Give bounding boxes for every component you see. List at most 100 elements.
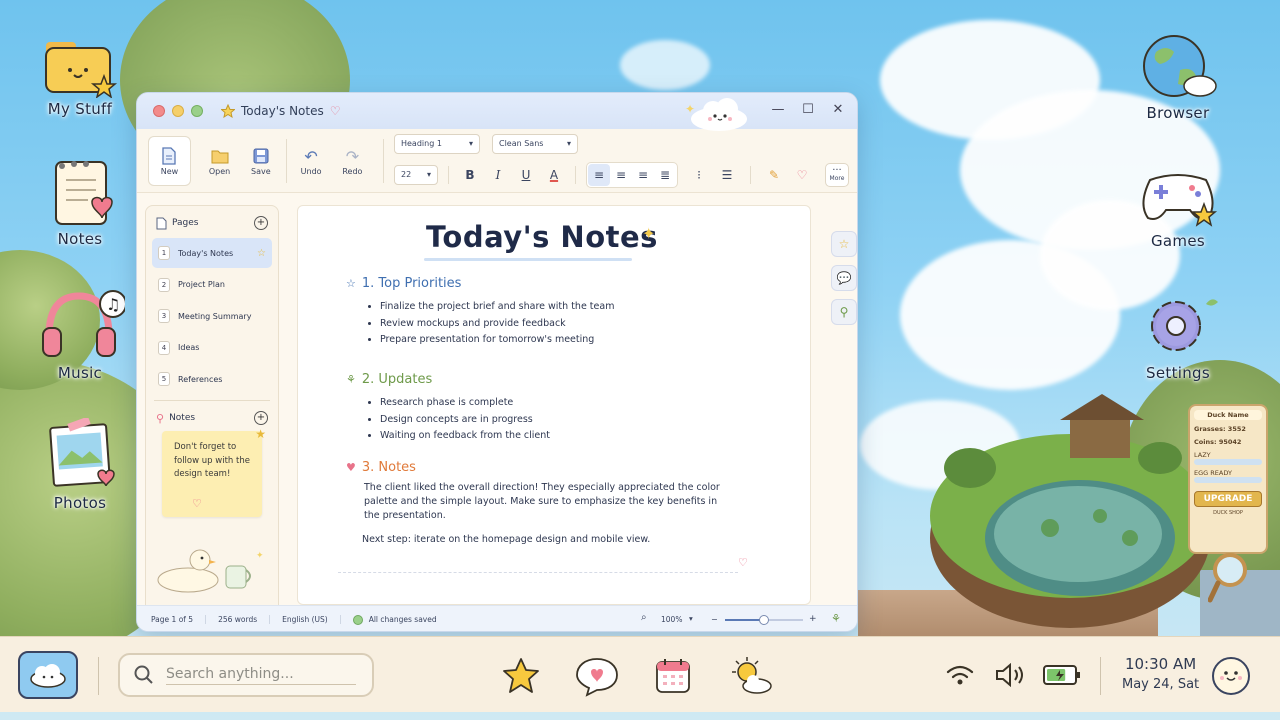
section-top-priorities: ☆ 1. Top Priorities Finalize the project… <box>346 276 614 349</box>
start-button[interactable] <box>18 651 78 699</box>
star-icon: ★ <box>255 427 266 441</box>
desktop-icon-photos[interactable]: Photos <box>30 418 130 512</box>
favorites-app[interactable] <box>498 653 544 699</box>
search-input[interactable] <box>166 665 356 685</box>
bullet-list-icon[interactable]: ⁝ <box>688 164 710 186</box>
maximize-dot[interactable] <box>191 105 203 117</box>
desktop-icon-settings[interactable]: Settings <box>1128 290 1228 382</box>
minimize-button[interactable]: — <box>771 102 785 117</box>
page-number: 5 <box>158 372 170 386</box>
sticky-note[interactable]: Don't forget to follow up with the desig… <box>162 427 266 517</box>
game-stats-panel: Duck Name Grasses: 3552 Coins: 95042 LAZ… <box>1188 404 1268 554</box>
page-item[interactable]: 1 Today's Notes ☆ <box>152 238 272 268</box>
svg-text:♫: ♫ <box>106 295 120 314</box>
style-select[interactable]: Heading 1 ▾ <box>393 133 480 154</box>
wifi-icon[interactable] <box>946 663 974 691</box>
paperclip-icon: ⚲ <box>156 411 165 425</box>
font-select-value: Clean Sans <box>498 139 544 148</box>
desktop-icon-games[interactable]: Games <box>1128 160 1228 250</box>
language-status[interactable]: English (US) <box>270 615 341 624</box>
close-dot[interactable] <box>153 105 165 117</box>
clock-time: 10:30 AM <box>1124 655 1197 673</box>
numbered-list-icon[interactable]: ☰ <box>716 164 738 186</box>
font-select[interactable]: Clean Sans ▾ <box>491 133 578 154</box>
chevron-down-icon: ▾ <box>426 170 431 179</box>
italic-button[interactable]: I <box>487 164 509 186</box>
maximize-button[interactable]: ☐ <box>801 102 815 117</box>
document-title[interactable]: Today's Notes <box>426 220 658 254</box>
open-label: Open <box>208 167 231 176</box>
size-select[interactable]: 22 ▾ <box>393 164 438 185</box>
paperclip-tool-icon[interactable]: ⚲ <box>831 299 857 325</box>
align-right-icon[interactable]: ≡ <box>632 164 654 186</box>
desktop-icon-browser[interactable]: Browser <box>1128 30 1228 122</box>
desktop-icon-notes[interactable]: Notes <box>30 156 130 248</box>
highlighter-icon[interactable]: ✎ <box>763 164 785 186</box>
zoom-level[interactable]: 100% <box>661 615 682 624</box>
egg-ready-label: EGG READY <box>1194 469 1232 477</box>
duck-mug-illustration: ✦ <box>157 549 264 593</box>
upgrade-button[interactable]: UPGRADE <box>1194 491 1262 507</box>
magnifier-icon[interactable] <box>1208 550 1258 606</box>
search-box[interactable] <box>118 653 374 697</box>
gamepad-icon <box>1142 174 1218 227</box>
heart-icon[interactable]: ♡ <box>791 164 813 186</box>
new-button[interactable]: New <box>148 135 191 186</box>
user-avatar[interactable] <box>1212 657 1250 695</box>
page-item[interactable]: 4 Ideas <box>152 333 272 363</box>
redo-button[interactable]: ↷ Redo <box>335 145 370 177</box>
align-center-icon[interactable]: ≡ <box>610 164 632 186</box>
coins-count: Coins: 95042 <box>1194 438 1242 446</box>
duck-shop-button[interactable]: DUCK SHOP <box>1194 510 1262 516</box>
page-item[interactable]: 2 Project Plan <box>152 270 272 300</box>
bold-button[interactable]: B <box>459 164 481 186</box>
grasses-count: Grasses: 3552 <box>1194 425 1246 433</box>
window-title: Today's Notes <box>241 104 324 118</box>
zoom-icon[interactable]: ⌕ <box>641 612 647 623</box>
comment-tool-icon[interactable]: 💬 <box>831 265 857 291</box>
lazy-bar <box>1194 459 1262 465</box>
title-bar[interactable]: Today's Notes ♡ ✦ — ☐ ✕ <box>137 93 857 131</box>
volume-icon[interactable] <box>994 662 1026 691</box>
underline-button[interactable]: U <box>515 164 537 186</box>
minimize-dot[interactable] <box>172 105 184 117</box>
add-page-button[interactable]: + <box>254 216 268 230</box>
more-button[interactable]: ··· More <box>824 162 849 187</box>
close-button[interactable]: ✕ <box>831 102 845 117</box>
desktop-icon-my-stuff[interactable]: My Stuff <box>30 34 130 118</box>
notes-title: Notes <box>169 413 196 423</box>
list-item: Review mockups and provide feedback <box>380 316 614 333</box>
weather-app[interactable] <box>728 653 774 699</box>
text-color-button[interactable]: A <box>543 164 565 186</box>
align-justify-icon[interactable]: ≣ <box>654 164 676 186</box>
page-number: 2 <box>158 277 170 292</box>
duck-pond-island[interactable] <box>930 388 1220 638</box>
redo-icon: ↷ <box>345 146 360 166</box>
zoom-out-button[interactable]: − <box>711 615 718 624</box>
zoom-slider-thumb[interactable] <box>759 615 769 625</box>
section-heading: 2. Updates <box>361 372 433 387</box>
add-note-button[interactable]: + <box>254 411 268 425</box>
clock[interactable]: 10:30 AM May 24, Sat <box>1122 655 1199 692</box>
open-button[interactable]: Open <box>202 145 237 176</box>
save-button[interactable]: Save <box>243 145 278 176</box>
page-item[interactable]: 3 Meeting Summary <box>152 301 272 331</box>
desktop-icon-label: Browser <box>1146 104 1210 122</box>
align-left-icon[interactable]: ≡ <box>587 163 610 186</box>
zoom-in-button[interactable]: + <box>809 614 817 624</box>
toolbar-divider <box>383 138 384 183</box>
page-item[interactable]: 5 References <box>152 364 272 394</box>
document-canvas[interactable]: Today's Notes ✦ ☆ 1. Top Priorities Fina… <box>297 205 811 605</box>
side-tools: ☆ 💬 ⚲ <box>831 231 857 325</box>
sidebar-divider <box>154 400 270 401</box>
battery-icon[interactable] <box>1042 663 1082 691</box>
messages-app[interactable] <box>574 653 620 699</box>
status-bar: Page 1 of 5 256 words English (US) All c… <box>137 605 857 631</box>
star-tool-icon[interactable]: ☆ <box>831 231 857 257</box>
desktop-icon-music[interactable]: ♫ Music <box>30 288 130 382</box>
page-number: 1 <box>158 246 170 260</box>
save-status: All changes saved <box>368 615 437 624</box>
undo-button[interactable]: ↶ Undo <box>293 145 328 177</box>
calendar-app[interactable] <box>650 653 696 699</box>
chevron-down-icon[interactable]: ▾ <box>689 614 693 623</box>
